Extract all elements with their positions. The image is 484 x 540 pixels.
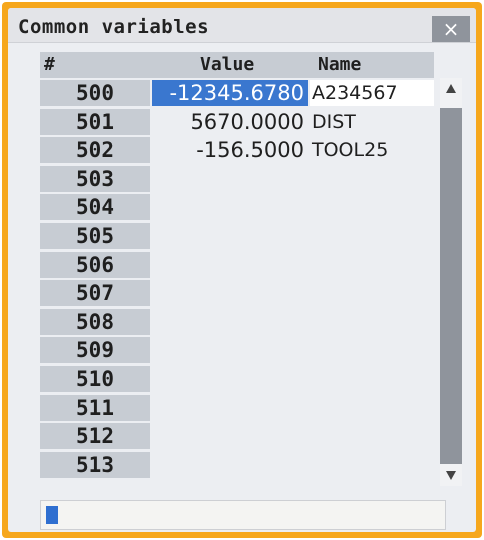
variable-number: 502: [40, 137, 150, 164]
variable-value-cell[interactable]: [152, 194, 308, 220]
variable-number: 511: [40, 394, 150, 421]
variable-number: 501: [40, 108, 150, 135]
variable-value-cell[interactable]: [152, 366, 308, 392]
table-row[interactable]: 512: [40, 423, 434, 450]
table-row[interactable]: 500 -12345.6780 A234567: [40, 80, 434, 107]
variable-name-cell[interactable]: [310, 252, 434, 278]
triangle-up-icon: [446, 84, 456, 93]
variable-number: 510: [40, 366, 150, 392]
variable-value-cell[interactable]: [152, 309, 308, 335]
window-body: Common variables × # Value Name 500 -1234…: [8, 8, 476, 532]
variable-number: 513: [40, 451, 150, 478]
variable-number: 504: [40, 194, 150, 221]
variable-name-cell[interactable]: [310, 166, 434, 192]
table-header: # Value Name: [40, 52, 434, 78]
scroll-up-button[interactable]: [440, 78, 462, 100]
variable-name-cell[interactable]: [310, 366, 434, 392]
variable-value-cell[interactable]: [152, 423, 308, 449]
variable-name-cell[interactable]: [310, 223, 434, 249]
table-row[interactable]: 504: [40, 194, 434, 221]
variable-name-cell[interactable]: [310, 194, 434, 220]
close-button[interactable]: ×: [432, 16, 470, 42]
scrollbar-thumb[interactable]: [440, 108, 462, 464]
common-variables-window: Common variables × # Value Name 500 -1234…: [2, 2, 482, 538]
table-row[interactable]: 507: [40, 280, 434, 307]
variable-value-cell[interactable]: [152, 280, 308, 306]
vertical-scrollbar[interactable]: [440, 78, 462, 486]
table-row[interactable]: 511: [40, 394, 434, 422]
variable-name-cell[interactable]: [310, 309, 434, 335]
variable-value-cell[interactable]: -12345.6780: [152, 80, 308, 106]
table-row[interactable]: 505: [40, 223, 434, 250]
variable-value-cell[interactable]: [152, 452, 308, 478]
variable-number: 505: [40, 223, 150, 249]
variable-value-cell[interactable]: [152, 166, 308, 192]
variable-number: 506: [40, 251, 150, 278]
variable-number: 500: [40, 80, 150, 106]
variable-name-cell[interactable]: [310, 280, 434, 306]
variable-number: 507: [40, 280, 150, 307]
table-row[interactable]: 510: [40, 366, 434, 393]
table-row[interactable]: 508: [40, 308, 434, 336]
scroll-down-button[interactable]: [440, 464, 462, 486]
table-row[interactable]: 509: [40, 337, 434, 364]
table-row[interactable]: 513: [40, 451, 434, 479]
variable-name-cell[interactable]: [310, 337, 434, 363]
variable-value-cell[interactable]: [152, 337, 308, 363]
close-icon: ×: [442, 17, 460, 41]
variable-number: 509: [40, 337, 150, 364]
table-row[interactable]: 501 5670.0000 DIST: [40, 108, 434, 136]
variable-number: 503: [40, 165, 150, 192]
variable-name-cell[interactable]: DIST: [310, 109, 434, 135]
text-cursor: [46, 506, 58, 524]
title-bar: Common variables ×: [8, 8, 476, 43]
variable-name-cell[interactable]: A234567: [310, 80, 434, 106]
variable-name-cell[interactable]: [310, 452, 434, 478]
variable-value-cell[interactable]: 5670.0000: [152, 109, 308, 135]
variable-name-cell[interactable]: [310, 423, 434, 449]
table-row[interactable]: 506: [40, 251, 434, 279]
table-row[interactable]: 502 -156.5000 TOOL25: [40, 137, 434, 164]
table-row[interactable]: 503: [40, 165, 434, 193]
triangle-down-icon: [446, 471, 456, 480]
header-name: Name: [318, 54, 362, 75]
variable-value-cell[interactable]: [152, 252, 308, 278]
variable-value-cell[interactable]: [152, 395, 308, 421]
variable-value-cell[interactable]: -156.5000: [152, 137, 308, 163]
window-title: Common variables: [18, 16, 210, 38]
variable-value-cell[interactable]: [152, 223, 308, 249]
header-num: #: [44, 54, 55, 75]
header-value: Value: [200, 54, 255, 75]
variable-number: 512: [40, 423, 150, 450]
variable-name-cell[interactable]: [310, 395, 434, 421]
input-field[interactable]: [40, 500, 446, 530]
variable-number: 508: [40, 308, 150, 335]
variable-name-cell[interactable]: TOOL25: [310, 137, 434, 163]
